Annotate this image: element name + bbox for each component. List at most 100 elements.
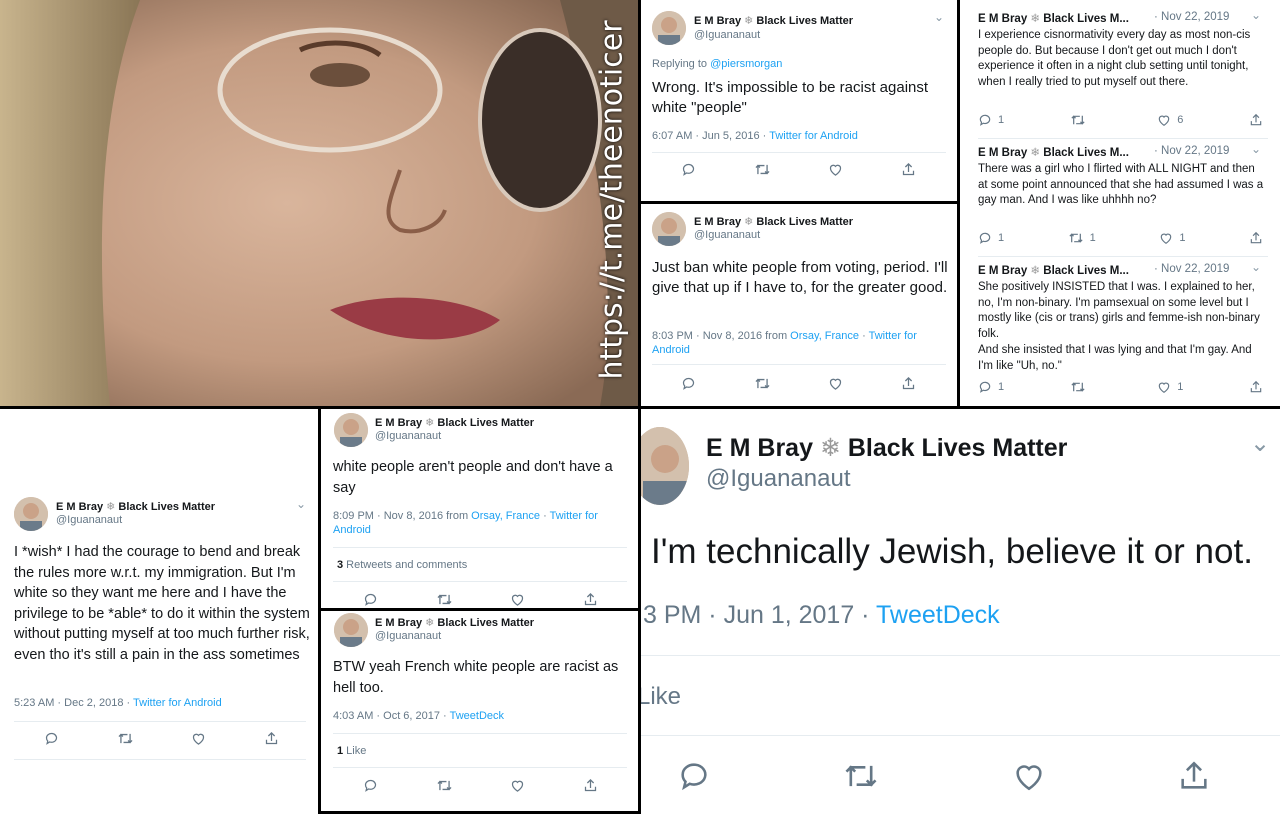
author-name[interactable]: E M Bray ❄ Black Lives Matter [375, 416, 534, 429]
source-link[interactable]: TweetDeck [450, 710, 504, 722]
like-button[interactable] [828, 162, 843, 177]
reply-button[interactable] [363, 592, 378, 607]
tweet-thread-card[interactable]: E M Bray ❄ Black Lives M... · Nov 22, 20… [960, 0, 1280, 406]
share-button[interactable] [901, 162, 916, 177]
chevron-down-icon[interactable]: ⌄ [1250, 429, 1270, 458]
tweet-card-6[interactable]: E M Bray ❄ Black Lives Matter @Iguananau… [0, 409, 318, 814]
source-link[interactable]: TweetDeck [876, 601, 1000, 629]
tweet-actions [677, 759, 1211, 793]
reply-count: 1 [998, 232, 1005, 244]
reply-icon [979, 114, 991, 126]
reply-icon [364, 779, 377, 792]
reply-button[interactable] [44, 731, 59, 746]
profile-photo: https://t.me/theenoticer [0, 0, 638, 406]
chevron-down-icon[interactable]: ⌄ [296, 497, 306, 511]
retweet-button[interactable]: 1 [1068, 231, 1096, 245]
tweet-card-9[interactable]: E M Bray ❄ Black Lives Matter @Iguananau… [641, 409, 1280, 814]
like-button[interactable] [828, 376, 843, 391]
location-link[interactable]: Orsay, France [790, 330, 859, 342]
share-button[interactable] [1177, 759, 1211, 793]
share-button[interactable] [1249, 380, 1263, 394]
author-handle[interactable]: @Iguananaut [56, 514, 122, 526]
retweet-button[interactable] [754, 376, 771, 391]
reply-button[interactable] [681, 162, 696, 177]
reply-button[interactable] [363, 778, 378, 793]
author-handle[interactable]: @Iguananaut [694, 29, 760, 41]
like-button[interactable] [510, 778, 525, 793]
avatar[interactable] [652, 212, 686, 246]
like-button[interactable]: 1 [1157, 380, 1183, 394]
share-button[interactable] [1249, 113, 1263, 127]
like-icon [1016, 765, 1042, 791]
chevron-down-icon[interactable]: ⌄ [1251, 260, 1261, 274]
like-summary[interactable]: Like [641, 683, 681, 711]
author-name[interactable]: E M Bray ❄ Black Lives Matter [56, 500, 215, 513]
like-button[interactable] [191, 731, 206, 746]
snowflake-icon: ❄ [1030, 265, 1041, 277]
divider [333, 547, 627, 548]
retweet-button[interactable] [117, 731, 134, 746]
tweet-actions [681, 162, 916, 177]
tweet-card-2[interactable]: E M Bray ❄ Black Lives Matter @Iguananau… [641, 204, 957, 406]
retweet-button[interactable] [436, 778, 453, 793]
author-name[interactable]: E M Bray ❄ Black Lives Matter [375, 616, 534, 629]
like-button[interactable] [1012, 759, 1046, 793]
author-name[interactable]: E M Bray ❄ Black Lives Matter [694, 14, 853, 27]
avatar[interactable] [334, 413, 368, 447]
reply-icon [682, 377, 695, 390]
reply-button[interactable] [677, 759, 711, 793]
source-link[interactable]: Twitter for Android [133, 697, 222, 709]
tweet-card-8[interactable]: E M Bray ❄ Black Lives Matter @Iguananau… [321, 611, 638, 811]
reply-button[interactable]: 1 [978, 113, 1004, 127]
divider [333, 733, 627, 734]
author-handle[interactable]: @Iguananaut [694, 229, 760, 241]
location-link[interactable]: Orsay, France [471, 510, 540, 522]
retweet-button[interactable] [754, 162, 771, 177]
like-count: 1 [1177, 381, 1184, 393]
share-icon [902, 162, 915, 176]
reply-button[interactable]: 1 [978, 231, 1004, 245]
retweet-summary[interactable]: 3 Retweets and comments [337, 559, 467, 571]
chevron-down-icon[interactable]: ⌄ [1251, 142, 1261, 156]
avatar[interactable] [641, 427, 689, 505]
like-icon [193, 733, 205, 745]
tweet-actions: 1 1 1 [978, 231, 1263, 245]
share-button[interactable] [901, 376, 916, 391]
tweet-actions [363, 778, 598, 793]
like-button[interactable] [510, 592, 525, 607]
snowflake-icon: ❄ [106, 501, 116, 513]
like-button[interactable]: 1 [1159, 231, 1185, 245]
retweet-button[interactable] [1070, 380, 1092, 394]
retweet-button[interactable] [436, 592, 453, 607]
author-name[interactable]: E M Bray ❄ Black Lives M... [978, 11, 1129, 25]
replying-to-link[interactable]: @piersmorgan [710, 58, 782, 70]
source-link[interactable]: Twitter for Android [769, 130, 858, 142]
author-handle[interactable]: @Iguananaut [375, 430, 441, 442]
reply-button[interactable]: 1 [978, 380, 1004, 394]
author-name[interactable]: E M Bray ❄ Black Lives M... [978, 263, 1129, 277]
share-button[interactable] [1249, 231, 1263, 245]
replying-to: Replying to @piersmorgan [652, 58, 783, 70]
like-button[interactable]: 6 [1157, 113, 1183, 127]
author-handle[interactable]: @Iguananaut [375, 630, 441, 642]
avatar[interactable] [334, 613, 368, 647]
snowflake-icon: ❄ [1030, 13, 1041, 25]
author-name[interactable]: E M Bray ❄ Black Lives Matter [706, 433, 1067, 463]
share-button[interactable] [583, 592, 598, 607]
share-button[interactable] [264, 731, 279, 746]
avatar[interactable] [652, 11, 686, 45]
author-name[interactable]: E M Bray ❄ Black Lives Matter [694, 215, 853, 228]
author-name[interactable]: E M Bray ❄ Black Lives M... [978, 145, 1129, 159]
reply-button[interactable] [681, 376, 696, 391]
tweet-card-1[interactable]: E M Bray ❄ Black Lives Matter @Iguananau… [641, 0, 957, 201]
author-handle[interactable]: @Iguananaut [706, 465, 850, 493]
retweet-button[interactable] [1070, 113, 1092, 127]
like-summary[interactable]: 1 Like [337, 745, 366, 757]
retweet-button[interactable] [842, 760, 880, 792]
tweet-text: I *wish* I had the courage to bend and b… [14, 544, 310, 663]
share-button[interactable] [583, 778, 598, 793]
tweet-card-7[interactable]: E M Bray ❄ Black Lives Matter @Iguananau… [321, 409, 638, 608]
chevron-down-icon[interactable]: ⌄ [1251, 8, 1261, 22]
chevron-down-icon[interactable]: ⌄ [934, 10, 944, 24]
avatar[interactable] [14, 497, 48, 531]
